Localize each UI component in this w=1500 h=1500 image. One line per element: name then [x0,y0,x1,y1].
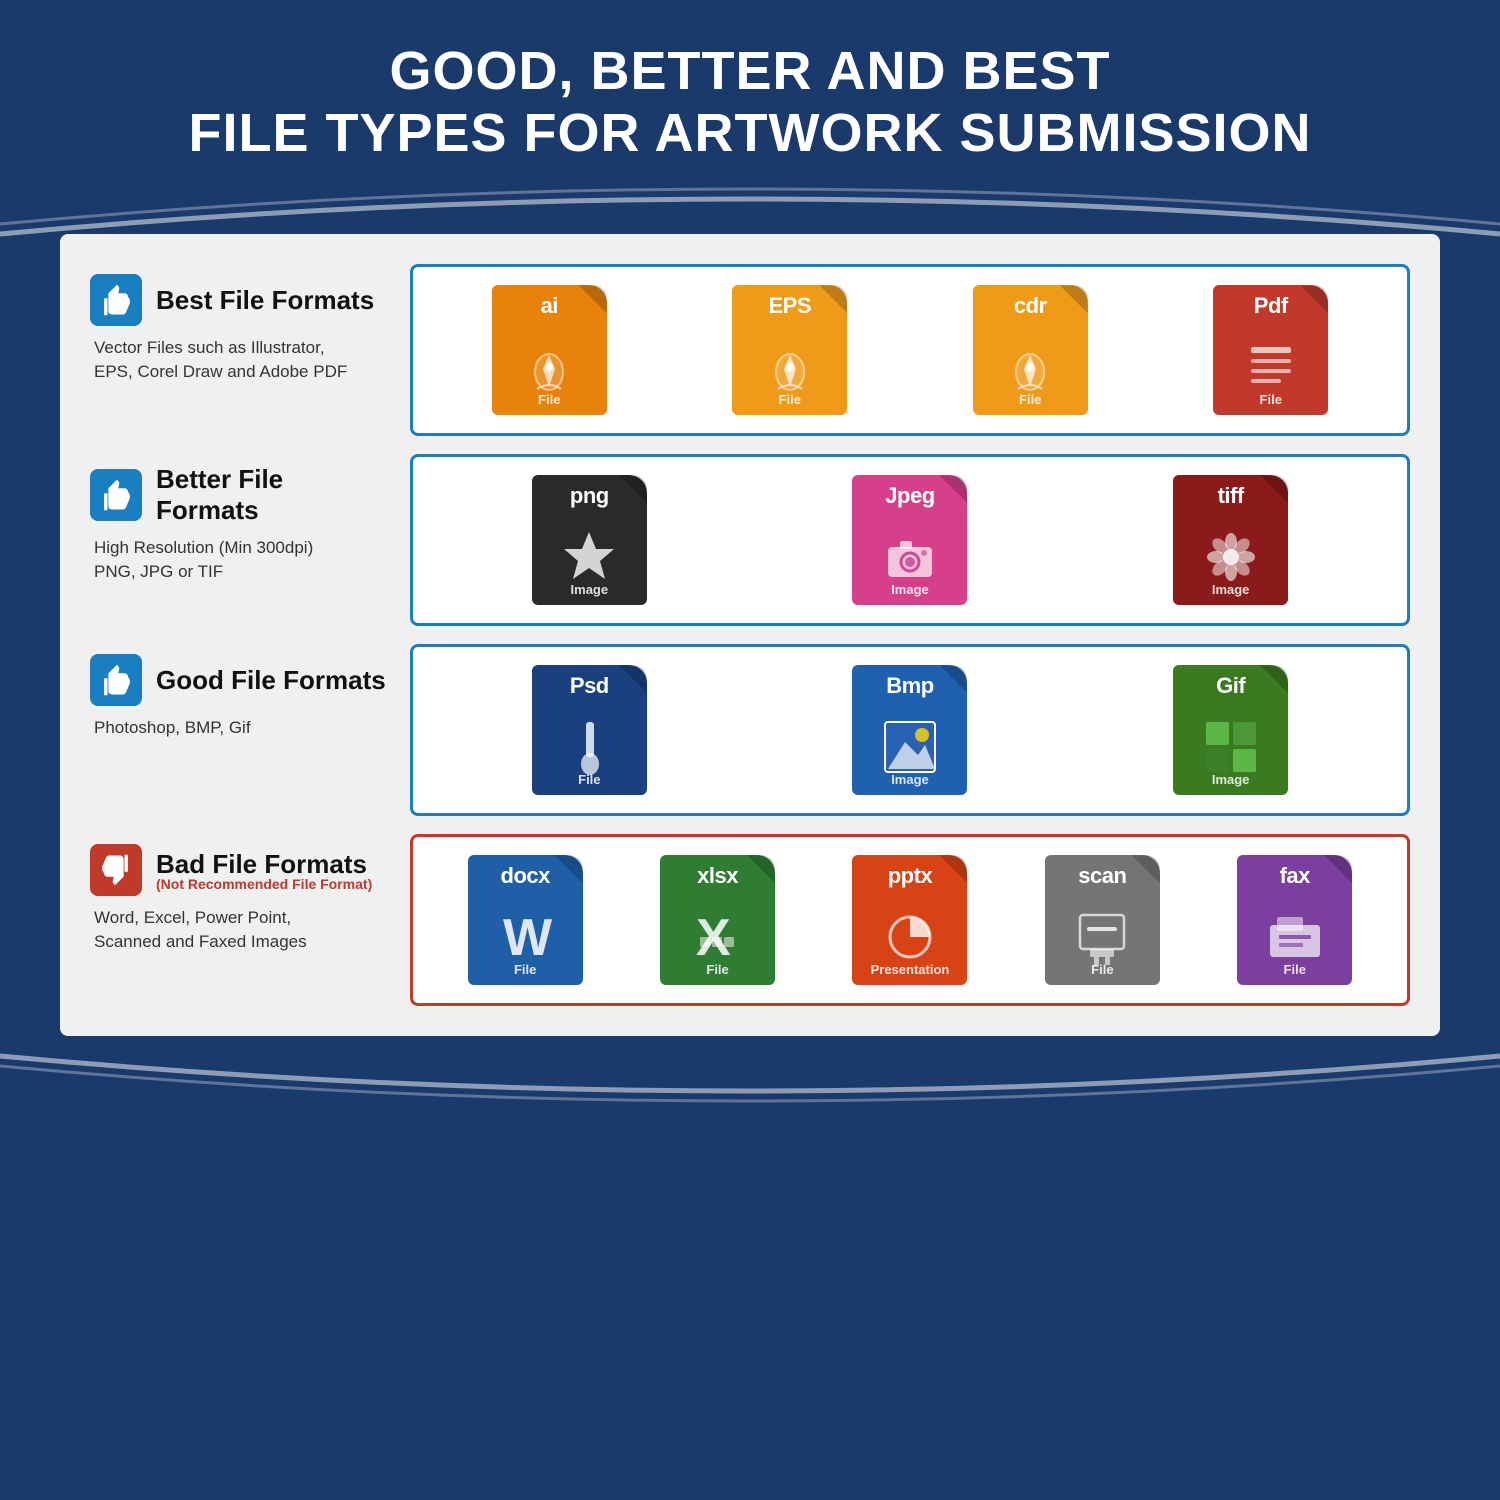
file-label-tiff: Image [1173,582,1288,597]
label-area-best: Best File Formats Vector Files such as I… [90,264,410,436]
file-shape-Jpeg: Jpeg Image [852,475,967,605]
file-label-fax: File [1237,962,1352,977]
file-label-xlsx: File [660,962,775,977]
file-icon-Gif: Gif Image [1166,665,1296,795]
file-ext-scan: scan [1078,863,1126,889]
file-shape-png: png Image [532,475,647,605]
file-label-docx: File [468,962,583,977]
file-shape-Gif: Gif Image [1173,665,1288,795]
file-icon-png: png Image [524,475,654,605]
row-desc-good: Photoshop, BMP, Gif [90,716,390,740]
thumb-up-icon [90,469,142,521]
file-label-Psd: File [532,772,647,787]
file-ext-ai: ai [541,293,558,319]
format-row-good: Good File Formats Photoshop, BMP, Gif Ps… [90,644,1410,816]
file-ext-cdr: cdr [1014,293,1047,319]
main-content: Best File Formats Vector Files such as I… [60,234,1440,1036]
file-ext-fax: fax [1280,863,1310,889]
file-shape-ai: ai File [492,285,607,415]
file-shape-EPS: EPS File [732,285,847,415]
file-icon-cdr: cdr File [965,285,1095,415]
file-ext-docx: docx [501,863,550,889]
label-area-good: Good File Formats Photoshop, BMP, Gif [90,644,410,816]
file-icon-Pdf: Pdf File [1206,285,1336,415]
file-shape-fax: fax File [1237,855,1352,985]
file-icon-tiff: tiff Image [1166,475,1296,605]
file-icon-EPS: EPS File [725,285,855,415]
file-ext-xlsx: xlsx [697,863,738,889]
icons-area-bad: docx W File xlsx X File pptx [410,834,1410,1006]
icons-area-better: png Image Jpeg Image [410,454,1410,626]
file-ext-pptx: pptx [888,863,932,889]
header-title: GOOD, BETTER AND BEST FILE TYPES FOR ART… [60,40,1440,164]
file-ext-Jpeg: Jpeg [885,483,934,509]
file-shape-pptx: pptx Presentation [852,855,967,985]
file-label-cdr: File [973,392,1088,407]
label-header-best: Best File Formats [90,274,390,326]
file-icon-docx: docx W File [460,855,590,985]
thumb-down-icon [90,844,142,896]
file-shape-Bmp: Bmp Image [852,665,967,795]
file-shape-cdr: cdr File [973,285,1088,415]
format-row-bad: Bad File Formats (Not Recommended File F… [90,834,1410,1006]
row-title-best: Best File Formats [156,285,374,316]
svg-text:W: W [503,909,553,967]
file-shape-scan: scan File [1045,855,1160,985]
format-row-best: Best File Formats Vector Files such as I… [90,264,1410,436]
swoosh-decoration-top [0,184,1500,224]
row-subtitle-bad: (Not Recommended File Format) [156,876,372,892]
swoosh-decoration-bottom [0,1046,1500,1111]
row-title-better: Better File Formats [156,464,390,526]
file-shape-xlsx: xlsx X File [660,855,775,985]
label-header-bad: Bad File Formats (Not Recommended File F… [90,844,390,896]
file-label-Pdf: File [1213,392,1328,407]
file-icon-scan: scan File [1037,855,1167,985]
file-label-scan: File [1045,962,1160,977]
label-area-better: Better File Formats High Resolution (Min… [90,454,410,626]
row-title-good: Good File Formats [156,665,386,696]
label-area-bad: Bad File Formats (Not Recommended File F… [90,834,410,1006]
file-icon-Jpeg: Jpeg Image [845,475,975,605]
file-label-EPS: File [732,392,847,407]
file-ext-png: png [570,483,609,509]
file-ext-Bmp: Bmp [886,673,933,699]
row-desc-better: High Resolution (Min 300dpi)PNG, JPG or … [90,536,390,584]
file-icon-fax: fax File [1230,855,1360,985]
file-label-Bmp: Image [852,772,967,787]
file-label-pptx: Presentation [852,962,967,977]
file-icon-pptx: pptx Presentation [845,855,975,985]
format-row-better: Better File Formats High Resolution (Min… [90,454,1410,626]
file-label-ai: File [492,392,607,407]
label-header-better: Better File Formats [90,464,390,526]
file-ext-tiff: tiff [1218,483,1244,509]
thumb-up-icon [90,654,142,706]
row-desc-bad: Word, Excel, Power Point,Scanned and Fax… [90,906,390,954]
file-shape-Psd: Psd File [532,665,647,795]
file-ext-Pdf: Pdf [1254,293,1288,319]
header: GOOD, BETTER AND BEST FILE TYPES FOR ART… [0,0,1500,184]
icons-area-good: Psd File Bmp Image Gif [410,644,1410,816]
file-label-Jpeg: Image [852,582,967,597]
icons-area-best: ai File EPS File [410,264,1410,436]
file-icon-Bmp: Bmp Image [845,665,975,795]
label-header-good: Good File Formats [90,654,390,706]
file-icon-Psd: Psd File [524,665,654,795]
thumb-up-icon [90,274,142,326]
file-icon-ai: ai File [484,285,614,415]
file-ext-EPS: EPS [768,293,811,319]
file-ext-Gif: Gif [1216,673,1245,699]
file-shape-Pdf: Pdf File [1213,285,1328,415]
row-desc-best: Vector Files such as Illustrator,EPS, Co… [90,336,390,384]
file-shape-tiff: tiff Image [1173,475,1288,605]
file-shape-docx: docx W File [468,855,583,985]
file-label-png: Image [532,582,647,597]
file-icon-xlsx: xlsx X File [653,855,783,985]
file-ext-Psd: Psd [570,673,609,699]
file-label-Gif: Image [1173,772,1288,787]
